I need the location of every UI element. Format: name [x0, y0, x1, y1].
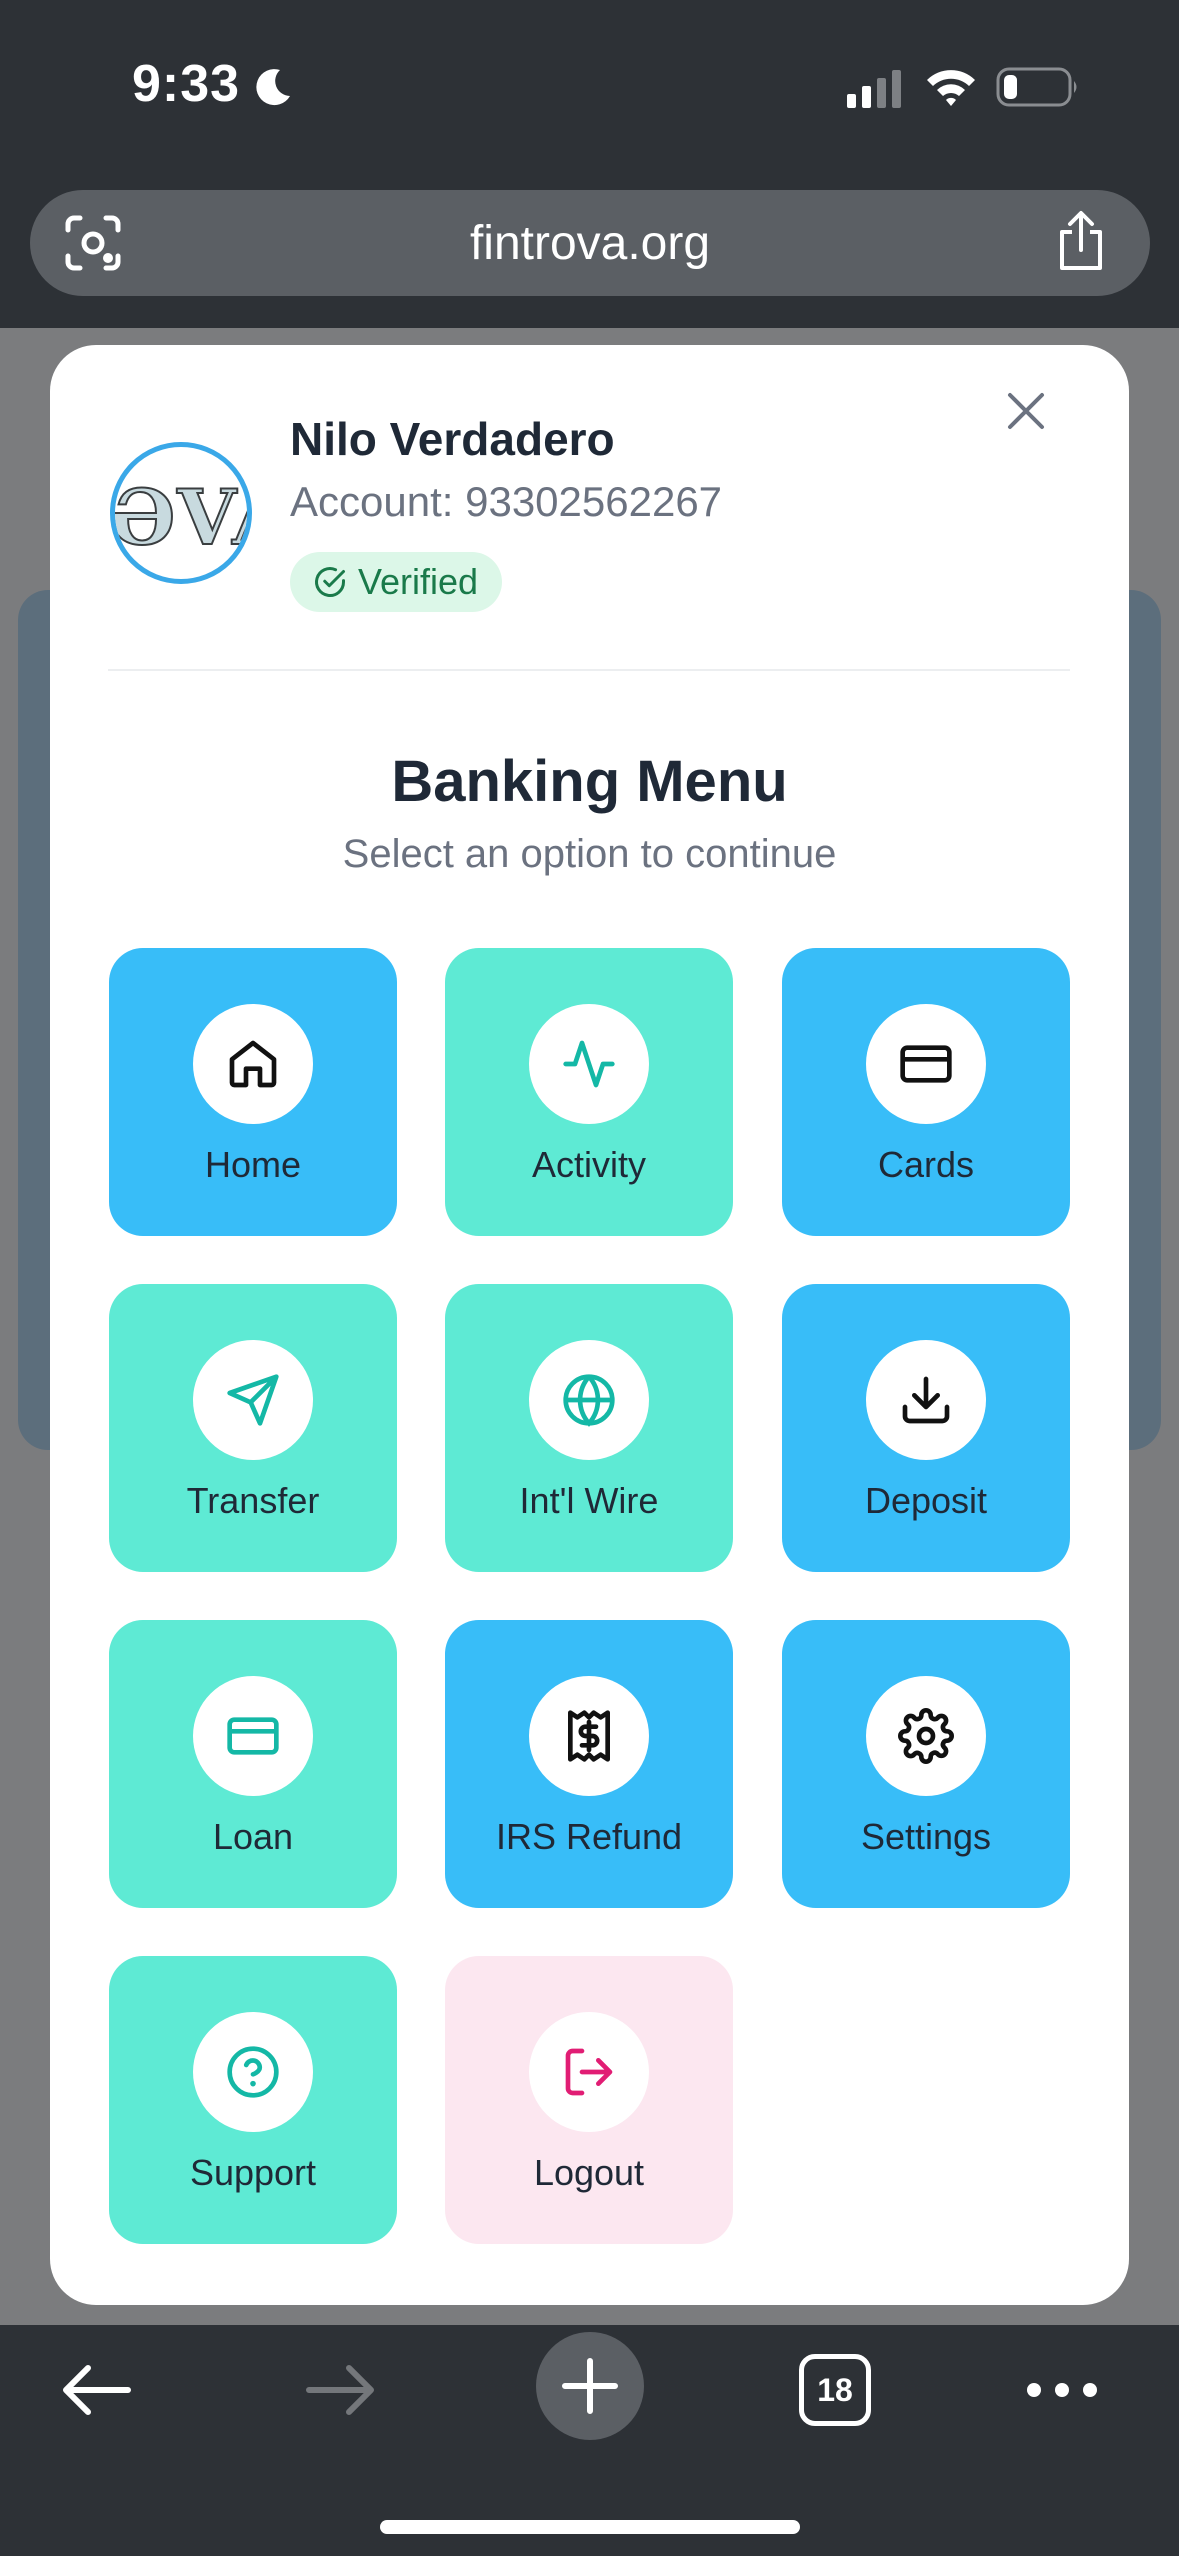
gear-icon [898, 1708, 954, 1764]
close-icon[interactable] [1000, 385, 1052, 437]
menu-tile-label: Cards [877, 1144, 975, 1185]
menu-tile-intl-wire[interactable]: Int'l Wire [445, 1284, 733, 1572]
send-icon [227, 1374, 279, 1426]
forward-arrow-icon[interactable] [303, 2362, 379, 2418]
home-icon [229, 1040, 277, 1088]
url-text[interactable]: fintrova.org [30, 216, 1150, 271]
menu-tile-label: Home [204, 1144, 302, 1185]
new-tab-button[interactable] [536, 2332, 644, 2440]
verified-label: Verified [358, 561, 479, 602]
menu-tile-label: Support [189, 2152, 317, 2193]
menu-subtitle: Select an option to continue [342, 832, 837, 876]
divider [108, 669, 1070, 671]
avatar-logo-text: ƏVA [110, 472, 247, 563]
account-number: Account: 93302562267 [290, 478, 723, 525]
menu-tile-irs-refund[interactable]: IRS Refund [445, 1620, 733, 1908]
menu-title: Banking Menu [391, 749, 788, 814]
menu-tile-label: Deposit [864, 1480, 988, 1521]
moon-icon [256, 69, 290, 106]
menu-tile-activity[interactable]: Activity [445, 948, 733, 1236]
menu-tile-label: Settings [860, 1816, 992, 1857]
back-arrow-icon[interactable] [58, 2362, 134, 2418]
status-time: 9:33 [132, 55, 241, 113]
address-bar[interactable]: fintrova.org [30, 190, 1150, 296]
home-indicator [380, 2520, 800, 2534]
menu-tile-loan[interactable]: Loan [109, 1620, 397, 1908]
user-name: Nilo Verdadero [290, 413, 615, 465]
check-circle-icon [315, 567, 345, 597]
menu-tile-label: Transfer [186, 1480, 320, 1521]
menu-tile-label: Loan [212, 1816, 294, 1857]
help-circle-icon [227, 2046, 279, 2098]
menu-tile-label: Logout [533, 2152, 645, 2193]
menu-tile-label: IRS Refund [495, 1816, 683, 1857]
tabs-button[interactable]: 18 [799, 2354, 871, 2426]
menu-tile-settings[interactable]: Settings [782, 1620, 1070, 1908]
status-bar: 9:33 [0, 0, 1179, 175]
receipt-icon [568, 1710, 610, 1762]
menu-tile-deposit[interactable]: Deposit [782, 1284, 1070, 1572]
card-icon [900, 1045, 952, 1083]
share-icon[interactable] [1054, 210, 1108, 272]
cellular-signal-icon [847, 70, 901, 108]
card-icon [227, 1717, 279, 1755]
menu-tile-label: Int'l Wire [519, 1480, 659, 1521]
menu-tile-home[interactable]: Home [109, 948, 397, 1236]
plus-icon [562, 2358, 618, 2414]
menu-tile-support[interactable]: Support [109, 1956, 397, 2244]
avatar: ƏVA [110, 442, 252, 584]
menu-tile-transfer[interactable]: Transfer [109, 1284, 397, 1572]
globe-icon [563, 1374, 615, 1427]
menu-tile-logout[interactable]: Logout [445, 1956, 733, 2244]
battery-icon [996, 67, 1077, 107]
download-icon [902, 1376, 950, 1424]
logout-icon [565, 2048, 613, 2096]
verified-badge: Verified [290, 552, 503, 612]
menu-tile-label: Activity [531, 1144, 646, 1185]
activity-icon [563, 1040, 615, 1088]
more-icon[interactable] [1024, 2380, 1100, 2400]
wifi-icon [927, 70, 975, 106]
menu-tile-cards[interactable]: Cards [782, 948, 1070, 1236]
